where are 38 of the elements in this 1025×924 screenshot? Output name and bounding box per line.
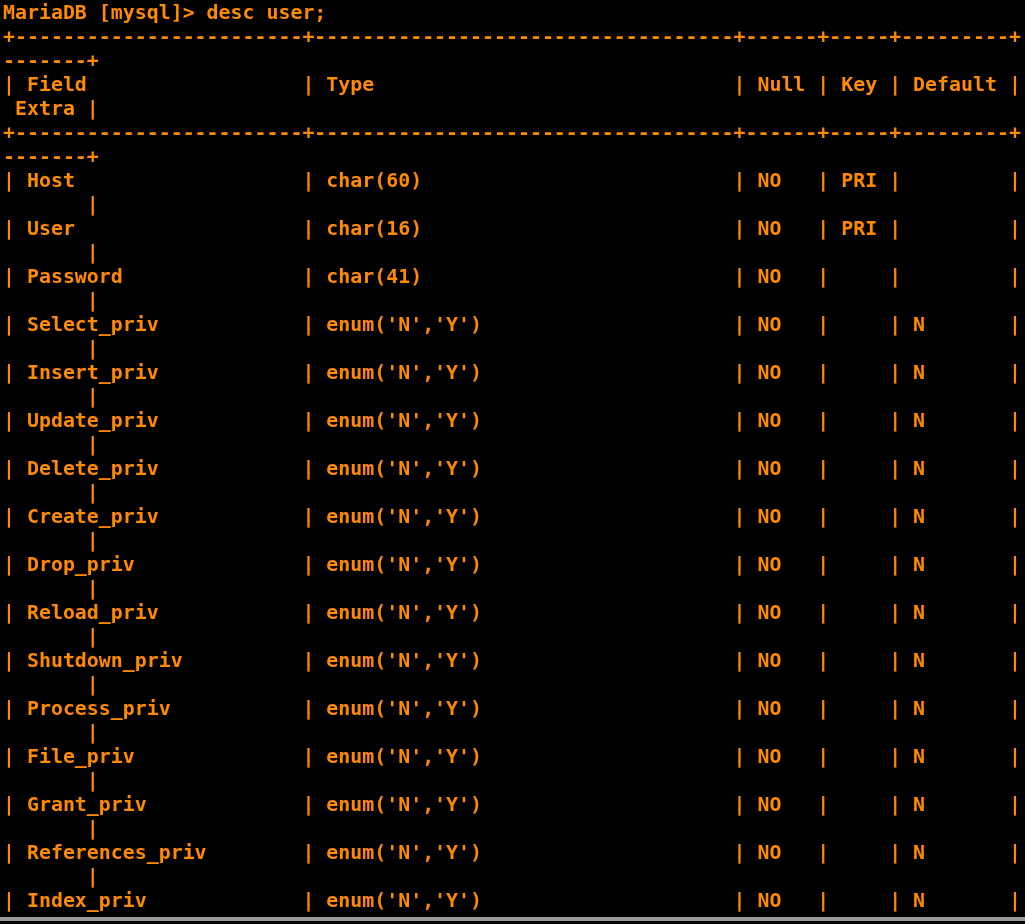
output-line: | Update_priv | enum('N','Y') | NO | | N |: [3, 409, 1021, 433]
output-line: |: [85, 625, 99, 649]
output-line: | Host | char(60) | NO | PRI | |: [3, 169, 1021, 193]
output-line: Extra |: [13, 97, 99, 121]
output-line: | Grant_priv | enum('N','Y') | NO | | N |: [3, 793, 1021, 817]
output-line: | Shutdown_priv | enum('N','Y') | NO | | N |: [3, 649, 1021, 673]
output-line: | References_priv | enum('N','Y') | NO | | N |: [3, 841, 1021, 865]
output-line: | Reload_priv | enum('N','Y') | NO | | N |: [3, 601, 1021, 625]
output-line: -------+: [3, 49, 99, 73]
output-line: |: [85, 529, 99, 553]
output-line: | Index_priv | enum('N','Y') | NO | | N |: [3, 889, 1021, 913]
output-line: |: [85, 577, 99, 601]
output-line: +------------------------+-----------------------------------+------+-----+---------+: [3, 25, 1021, 49]
output-line: |: [85, 241, 99, 265]
output-line: |: [85, 193, 99, 217]
output-line: |: [85, 385, 99, 409]
output-line: |: [85, 433, 99, 457]
output-line: | Insert_priv | enum('N','Y') | NO | | N |: [3, 361, 1021, 385]
output-line: | File_priv | enum('N','Y') | NO | | N |: [3, 745, 1021, 769]
output-line: |: [85, 817, 99, 841]
output-line: -------+: [3, 145, 99, 169]
output-line: | Select_priv | enum('N','Y') | NO | | N |: [3, 313, 1021, 337]
output-line: | Drop_priv | enum('N','Y') | NO | | N |: [3, 553, 1021, 577]
output-line: |: [85, 769, 99, 793]
output-line: |: [85, 289, 99, 313]
output-line: | Field | Type | Null | Key | Default |: [3, 73, 1021, 97]
output-line: | Create_priv | enum('N','Y') | NO | | N |: [3, 505, 1021, 529]
output-line: | Password | char(41) | NO | | |: [3, 265, 1021, 289]
output-line: | Delete_priv | enum('N','Y') | NO | | N |: [3, 457, 1021, 481]
output-line: |: [85, 481, 99, 505]
output-line: |: [85, 673, 99, 697]
prompt-line: MariaDB [mysql]> desc user;: [3, 1, 327, 25]
output-line: |: [85, 337, 99, 361]
output-line: |: [85, 865, 99, 889]
output-line: | User | char(16) | NO | PRI | |: [3, 217, 1021, 241]
output-line: |: [85, 721, 99, 745]
output-line: +------------------------+-----------------------------------+------+-----+---------+: [3, 121, 1021, 145]
output-line: | Process_priv | enum('N','Y') | NO | | N |: [3, 697, 1021, 721]
